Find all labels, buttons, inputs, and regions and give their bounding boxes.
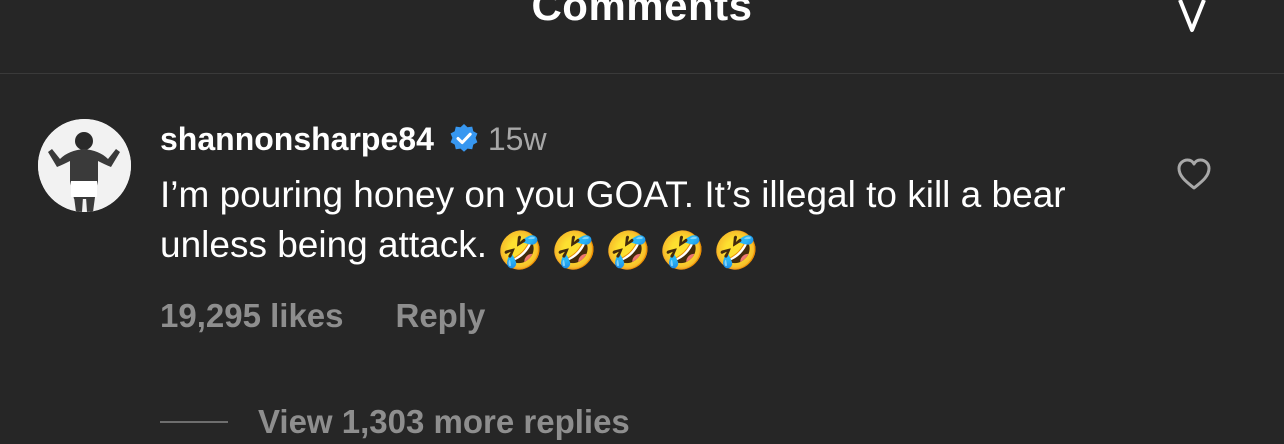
comment-body: I’m pouring honey on you GOAT. It’s ille… <box>160 170 1120 276</box>
avatar[interactable] <box>38 119 131 212</box>
verified-badge-icon <box>448 123 480 155</box>
comment-item: shannonsharpe84 15w I’m pouring honey on… <box>0 74 1284 440</box>
view-replies-link[interactable]: View 1,303 more replies <box>258 403 630 441</box>
emoji-laughing-icons: 🤣🤣🤣🤣🤣 <box>497 230 768 271</box>
username-link[interactable]: shannonsharpe84 <box>160 121 434 158</box>
filter-icon[interactable] <box>1170 0 1214 38</box>
timestamp: 15w <box>487 120 547 157</box>
page-title: Comments <box>531 0 753 29</box>
comments-header: Comments <box>0 0 1284 74</box>
likes-count[interactable]: 19,295 likes <box>160 297 344 335</box>
view-replies-row[interactable]: View 1,303 more replies <box>160 400 630 444</box>
comment-header: shannonsharpe84 15w <box>160 119 547 159</box>
replies-divider <box>160 421 228 423</box>
reply-button[interactable]: Reply <box>396 297 486 335</box>
comment-actions: 19,295 likes Reply <box>160 294 485 338</box>
heart-outline-icon[interactable] <box>1174 154 1214 194</box>
